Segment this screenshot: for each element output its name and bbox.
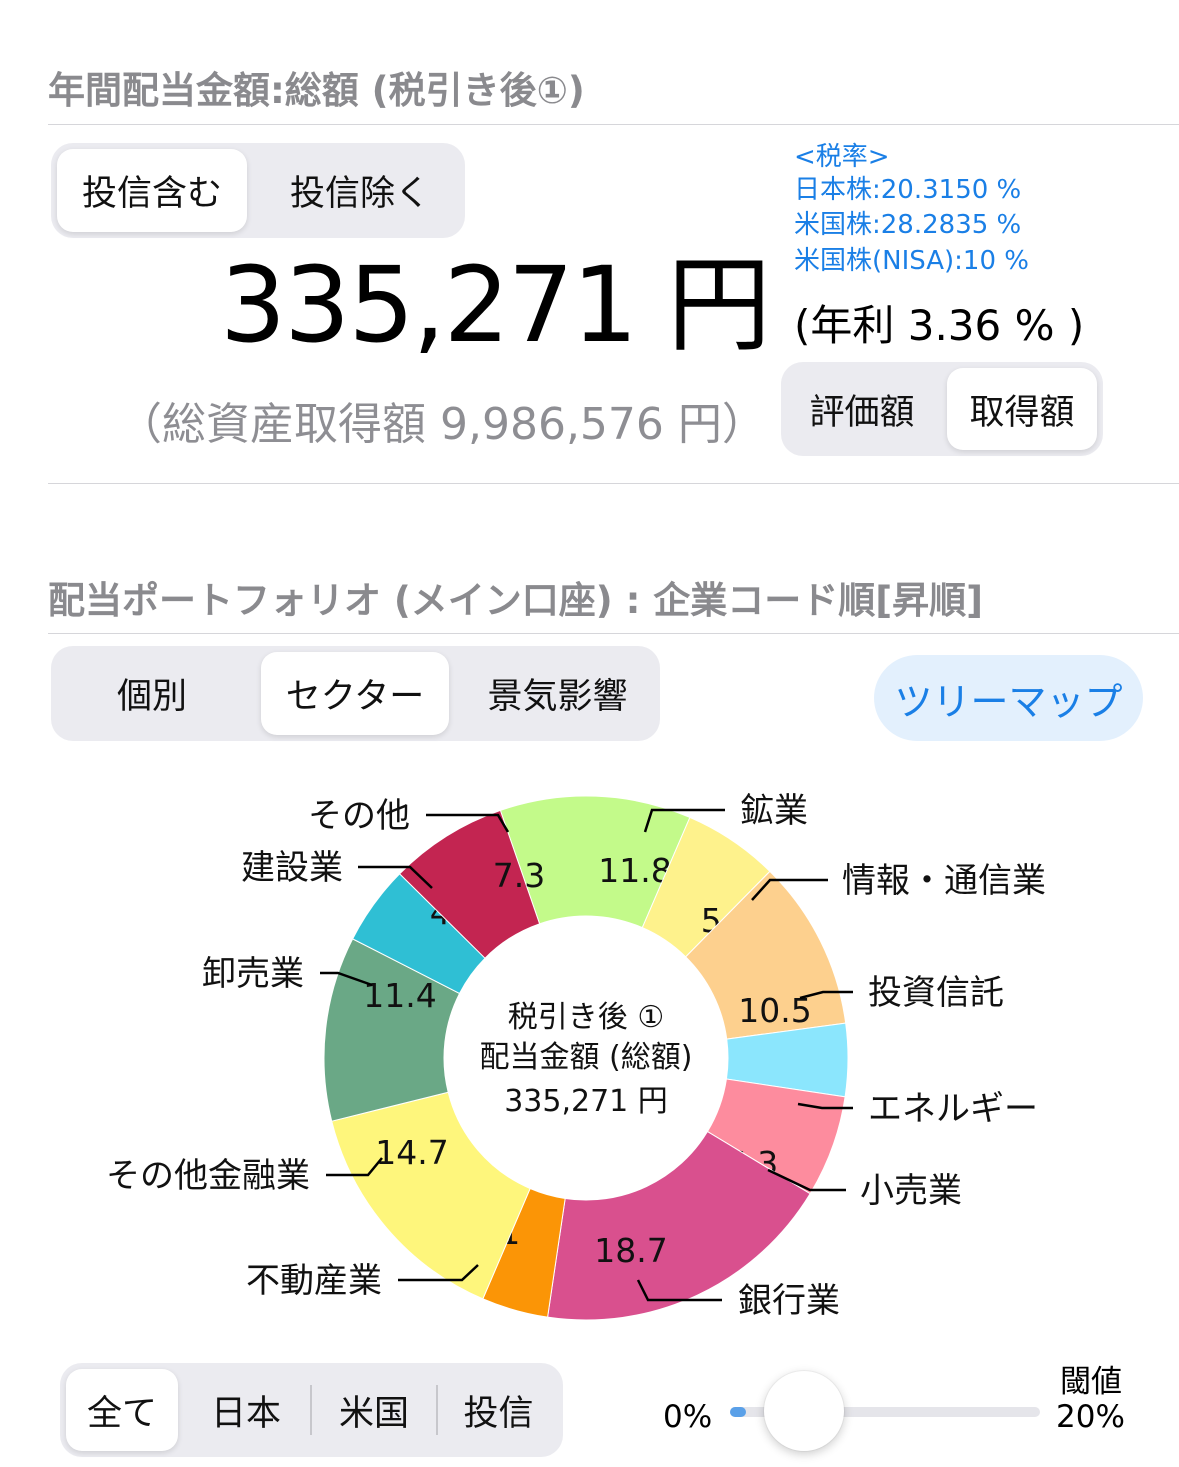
- market-value-option[interactable]: 評価額: [787, 368, 937, 450]
- total-acquisition-amount: （総資産取得額 9,986,576 円）: [118, 399, 766, 450]
- region-tabs: 全て 日本 米国 投信: [60, 1363, 563, 1457]
- center-label-dividend: 配当金額 (総額): [480, 1040, 693, 1075]
- tab-us[interactable]: 米国: [314, 1369, 434, 1451]
- treemap-button[interactable]: ツリーマップ: [874, 655, 1143, 741]
- slice-value-label: 7.3: [493, 856, 545, 895]
- view-tabs: 個別 セクター 景気影響: [51, 646, 660, 741]
- sector-label: エネルギー: [868, 1089, 1038, 1129]
- portfolio-title: 配当ポートフォリオ (メイン口座) : 企業コード順[昇順]: [48, 579, 984, 622]
- tab-funds[interactable]: 投信: [440, 1369, 557, 1451]
- acquisition-cost-option[interactable]: 取得額: [947, 368, 1097, 450]
- divider: [436, 1385, 438, 1435]
- tax-rate-us-nisa[interactable]: 米国株(NISA):10 %: [794, 244, 1029, 278]
- fund-toggle: 投信含む 投信除く: [51, 143, 465, 238]
- tab-economic-impact[interactable]: 景気影響: [461, 652, 654, 735]
- sector-label: 情報・通信業: [842, 861, 1046, 901]
- sector-label: その他: [308, 796, 410, 836]
- tax-rate-us[interactable]: 米国株:28.2835 %: [794, 208, 1021, 242]
- slice-value-label: 18.7: [594, 1231, 667, 1270]
- basis-toggle: 評価額 取得額: [781, 362, 1103, 456]
- divider: [48, 633, 1179, 634]
- tab-sector[interactable]: セクター: [261, 652, 449, 735]
- slice-value-label: 11.4: [363, 976, 436, 1015]
- sector-label: 建設業: [241, 848, 343, 888]
- sector-label: その他金融業: [106, 1156, 310, 1196]
- divider: [48, 483, 1179, 484]
- threshold-slider-fill: [730, 1407, 746, 1417]
- sector-label: 鉱業: [740, 791, 808, 831]
- center-label-tax: 税引き後 ①: [508, 1000, 664, 1035]
- annual-dividend-title: 年間配当金額:総額 (税引き後①): [48, 69, 585, 112]
- annual-yield: (年利 3.36 % ): [794, 301, 1085, 350]
- threshold-min: 0%: [663, 1399, 713, 1435]
- threshold-max: 20%: [1056, 1399, 1125, 1435]
- divider: [48, 124, 1179, 125]
- threshold-label: 閾値: [1060, 1364, 1122, 1400]
- include-funds-option[interactable]: 投信含む: [57, 149, 247, 232]
- sector-label: 不動産業: [246, 1261, 382, 1301]
- tab-japan[interactable]: 日本: [186, 1369, 306, 1451]
- center-label-amount: 335,271 円: [504, 1084, 668, 1119]
- tax-rate-jp[interactable]: 日本株:20.3150 %: [794, 173, 1021, 207]
- sector-donut-chart: 11.85.910.54.56.318.74.114.711.44.97.3 税…: [106, 791, 1046, 1321]
- sector-label: 銀行業: [738, 1281, 840, 1321]
- threshold-slider-thumb[interactable]: [763, 1371, 844, 1451]
- tab-all[interactable]: 全て: [66, 1369, 178, 1451]
- sector-label: 小売業: [860, 1171, 962, 1211]
- annual-dividend-amount: 335,271 円: [220, 244, 771, 366]
- divider: [310, 1385, 312, 1435]
- tax-rate-header[interactable]: <税率>: [794, 140, 890, 174]
- exclude-funds-option[interactable]: 投信除く: [261, 149, 459, 232]
- slice-value-label: 14.7: [375, 1133, 448, 1172]
- sector-label: 投資信託: [868, 973, 1004, 1013]
- sector-label: 卸売業: [202, 954, 304, 994]
- tab-individual[interactable]: 個別: [57, 652, 247, 735]
